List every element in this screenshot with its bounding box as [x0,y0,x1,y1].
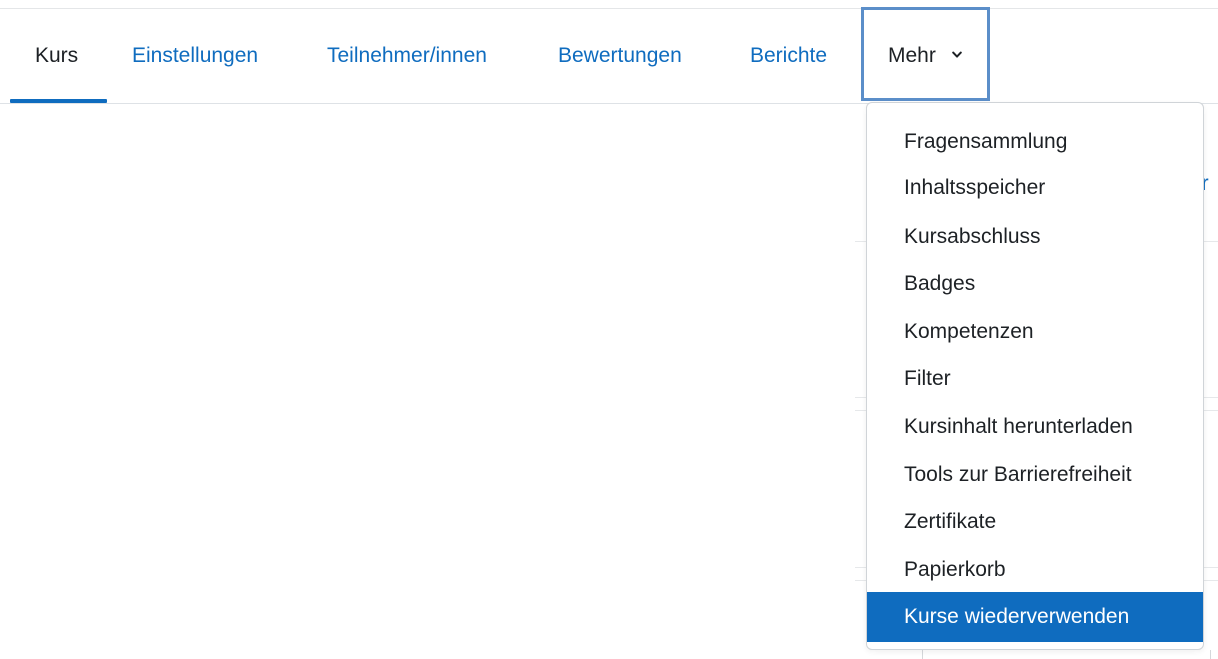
menu-item-badges[interactable]: Badges [867,261,1203,307]
tab-teilnehmer[interactable]: Teilnehmer/innen [327,43,487,69]
menu-item-kompetenzen[interactable]: Kompetenzen [867,309,1203,355]
menu-item-papierkorb[interactable]: Papierkorb [867,547,1203,593]
menu-item-kurse-wiederverwenden[interactable]: Kurse wiederverwenden [867,592,1203,642]
course-page: Kurs Einstellungen Teilnehmer/innen Bewe… [0,0,1218,659]
tab-bewertungen[interactable]: Bewertungen [558,43,682,69]
menu-item-inhaltsspeicher[interactable]: Inhaltsspeicher [867,165,1203,211]
more-dropdown-menu: Fragensammlung Inhaltsspeicher Kursabsch… [866,102,1204,650]
tab-einstellungen[interactable]: Einstellungen [132,43,258,69]
tab-mehr-label: Mehr [888,44,936,67]
course-secondary-nav: Kurs Einstellungen Teilnehmer/innen Bewe… [0,0,1218,104]
background-divider [1210,650,1211,659]
chevron-down-icon [952,51,962,58]
background-divider [922,650,923,659]
tab-berichte[interactable]: Berichte [750,43,827,69]
menu-item-fragensammlung[interactable]: Fragensammlung [867,119,1203,165]
menu-item-tools-barrierefreiheit[interactable]: Tools zur Barrierefreiheit [867,452,1203,498]
menu-item-kursinhalt-herunterladen[interactable]: Kursinhalt herunterladen [867,404,1203,450]
menu-item-filter[interactable]: Filter [867,356,1203,402]
tab-kurs[interactable]: Kurs [35,43,78,69]
menu-item-zertifikate[interactable]: Zertifikate [867,499,1203,545]
menu-item-kursabschluss[interactable]: Kursabschluss [867,214,1203,260]
